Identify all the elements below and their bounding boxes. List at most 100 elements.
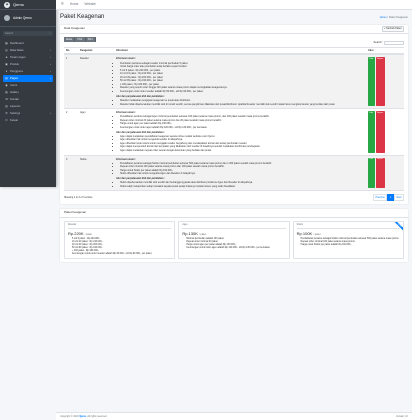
report-icon: ▥ — [5, 103, 8, 108]
row-no: 2 — [66, 111, 68, 115]
pricing-name: Agen — [182, 224, 286, 229]
add-package-button[interactable]: + Tambah Paket — [381, 25, 404, 33]
brand-name: Qemo — [13, 1, 24, 7]
image-icon: ▨ — [5, 89, 8, 94]
content-header: Paket Keagenan Home / Paket Keagenan — [60, 10, 408, 25]
row-no: 1 — [66, 57, 68, 61]
phone-icon: ☏ — [5, 96, 9, 101]
sidebar-item-label: Keluar — [10, 117, 19, 122]
menu-toggle-icon[interactable]: ☰ — [61, 2, 64, 6]
breadcrumb-home[interactable]: Home — [380, 16, 387, 19]
next-page-button[interactable]: Next — [393, 194, 404, 201]
col-informasi[interactable]: Informasi — [114, 48, 366, 53]
flow-title: Alur dan penyelesaian klik dan pembelian… — [116, 130, 165, 134]
pricing-price: Rp.100K / paket — [296, 230, 321, 236]
csv-button[interactable]: CSV — [75, 37, 86, 43]
sidebar-item-settings[interactable]: ⚙ Settings ‹ — [3, 110, 53, 117]
pricing-name: Reseller — [68, 224, 172, 229]
table-row: 3 Stokis Informasi umum :Pendaftaran per… — [64, 155, 404, 192]
sidebar-item-users[interactable]: ◉ Users — [3, 82, 53, 89]
flow-item: Agen dapat melakukan repeat order sesuai… — [120, 149, 364, 152]
table-search-input[interactable] — [384, 41, 404, 46]
row-name: Reseller — [80, 57, 89, 61]
pricing-feature: Keuntungan untuk order reseller adalah R… — [72, 253, 171, 256]
flow-title: Alur dan penyelesaian klik dan pembelian… — [116, 177, 165, 181]
excel-button[interactable]: Excel — [64, 37, 76, 43]
flow-item: Reseller tidak diperkenankan memiliki st… — [120, 103, 364, 106]
footer: Copyright © 2023 Qemo. All rights reserv… — [56, 412, 412, 420]
page-title: Paket Keagenan — [60, 13, 105, 20]
pricing-title: Paket Keagenan — [64, 209, 87, 214]
copyright: Copyright © 2023 Qemo. All rights reserv… — [60, 414, 108, 418]
dashboard-icon: ▦ — [5, 40, 8, 45]
delete-button[interactable]: Hapus — [375, 111, 385, 153]
pricing-price: Rp.220K / paket — [68, 230, 92, 236]
sidebar-item-kontak[interactable]: ☏ Kontak — [3, 96, 53, 103]
main-content: Paket Keagenan Home / Paket Keagenan Dat… — [56, 10, 412, 262]
delete-button[interactable]: Hapus — [375, 57, 385, 107]
row-name: Agen — [80, 111, 86, 115]
sidebar-item-pengguna[interactable]: ● Pengguna ‹ — [3, 68, 53, 75]
edit-button[interactable]: Edit — [368, 57, 375, 107]
avatar — [4, 15, 10, 21]
table-body: 1 Reseller Informasi umum :Pembelian per… — [64, 55, 404, 192]
flow-item: Stokis wajib melaporkan setiap transaksi… — [120, 185, 364, 188]
topbar-home-link[interactable]: Home — [70, 2, 79, 6]
user-panel[interactable]: Admin Qemo — [0, 10, 56, 27]
topbar: ☰ Home Website — [56, 0, 412, 10]
sidebar-item-data-sales[interactable]: ◍ Data Sales ‹ — [3, 47, 53, 54]
sidebar-item-dashboard[interactable]: ▦ Dashboard — [3, 40, 53, 47]
sidebar-item-pages[interactable]: ▤ Pages ‹ — [3, 75, 53, 82]
edit-button[interactable]: Edit — [368, 157, 375, 189]
brand[interactable]: ◉ Qemo — [0, 0, 56, 10]
sidebar-item-tanam-agen[interactable]: ♣ Tanam Agen ‹ — [3, 54, 53, 61]
pricing-name: Stokis — [296, 224, 400, 229]
gear-icon: ⚙ — [5, 110, 8, 115]
sidebar-item-keluar[interactable]: ⏻ Keluar — [3, 117, 53, 124]
box-icon: ▣ — [5, 61, 8, 66]
row-no: 3 — [66, 157, 68, 161]
sidebar-item-label: Gallery — [10, 89, 19, 94]
col-keagenan[interactable]: Keagenan — [78, 48, 114, 53]
sidebar-item-produk[interactable]: ▣ Produk ‹ — [3, 61, 53, 68]
sidebar-item-laporan[interactable]: ▥ Laporan — [3, 103, 53, 110]
person-icon: ◉ — [5, 82, 8, 87]
pricing-grid: ResellerRp.220K / paket5 s/d 9 paket : R… — [60, 218, 408, 262]
row-info: Informasi umum :Pendaftaran pertama seba… — [114, 109, 366, 155]
sidebar-item-label: Data Sales — [10, 47, 24, 52]
row-actions: Edit Hapus — [366, 109, 404, 155]
sidebar-item-label: Tanam Agen — [10, 54, 26, 59]
table-card: Data Keagenan + Tambah Paket Excel CSV P… — [60, 25, 408, 204]
pricing-card-stokis: PopulerStokisRp.100K / paketPendaftaran … — [292, 220, 404, 259]
chevron-left-icon: ‹ — [50, 69, 51, 73]
delete-button[interactable]: Hapus — [375, 157, 385, 189]
topbar-website-link[interactable]: Website — [84, 2, 95, 6]
pricing-feature: Harga untuk Stokis per paket adalah Rp.1… — [301, 244, 400, 247]
sidebar: ◉ Qemo Admin Qemo Search ⌕ ▦ Dashboard ◍ Da… — [0, 0, 56, 187]
pricing-card: Paket Keagenan ResellerRp.220K / paket5 … — [60, 208, 408, 262]
chevron-left-icon: ‹ — [50, 48, 51, 52]
info-item: Keuntungan untuk order reseller adalah R… — [120, 90, 364, 93]
table-search: Search: — [64, 41, 404, 46]
pricing-feature: Keuntungan untuk order agen adalah Rp.12… — [186, 247, 285, 250]
edit-button[interactable]: Edit — [368, 111, 375, 153]
col-aksi[interactable]: Aksi — [366, 48, 404, 53]
table-row: 1 Reseller Informasi umum :Pembelian per… — [64, 55, 404, 110]
row-actions: Edit Hapus — [366, 55, 404, 108]
chevron-left-icon: ‹ — [50, 62, 51, 66]
search-icon[interactable]: ⌕ — [50, 32, 51, 35]
sidebar-item-label: Laporan — [10, 103, 21, 108]
sidebar-item-label: Users — [10, 82, 18, 87]
sidebar-item-gallery[interactable]: ▨ Gallery — [3, 89, 53, 96]
table-card-title: Data Keagenan — [64, 26, 85, 31]
pagination: Previous 1 Next — [372, 194, 404, 201]
sidebar-item-label: Produk — [10, 61, 19, 66]
footer-brand-link[interactable]: Qemo. — [79, 415, 86, 418]
chevron-left-icon: ‹ — [50, 55, 51, 59]
col-no[interactable]: No — [64, 48, 78, 53]
pricing-card-reseller: ResellerRp.220K / paket5 s/d 9 paket : R… — [64, 220, 176, 259]
info-title: Informasi umum : — [116, 57, 137, 61]
sidebar-search-input[interactable]: Search ⌕ — [3, 31, 53, 36]
print-button[interactable]: Print — [85, 37, 96, 43]
prev-page-button[interactable]: Previous — [372, 194, 388, 201]
